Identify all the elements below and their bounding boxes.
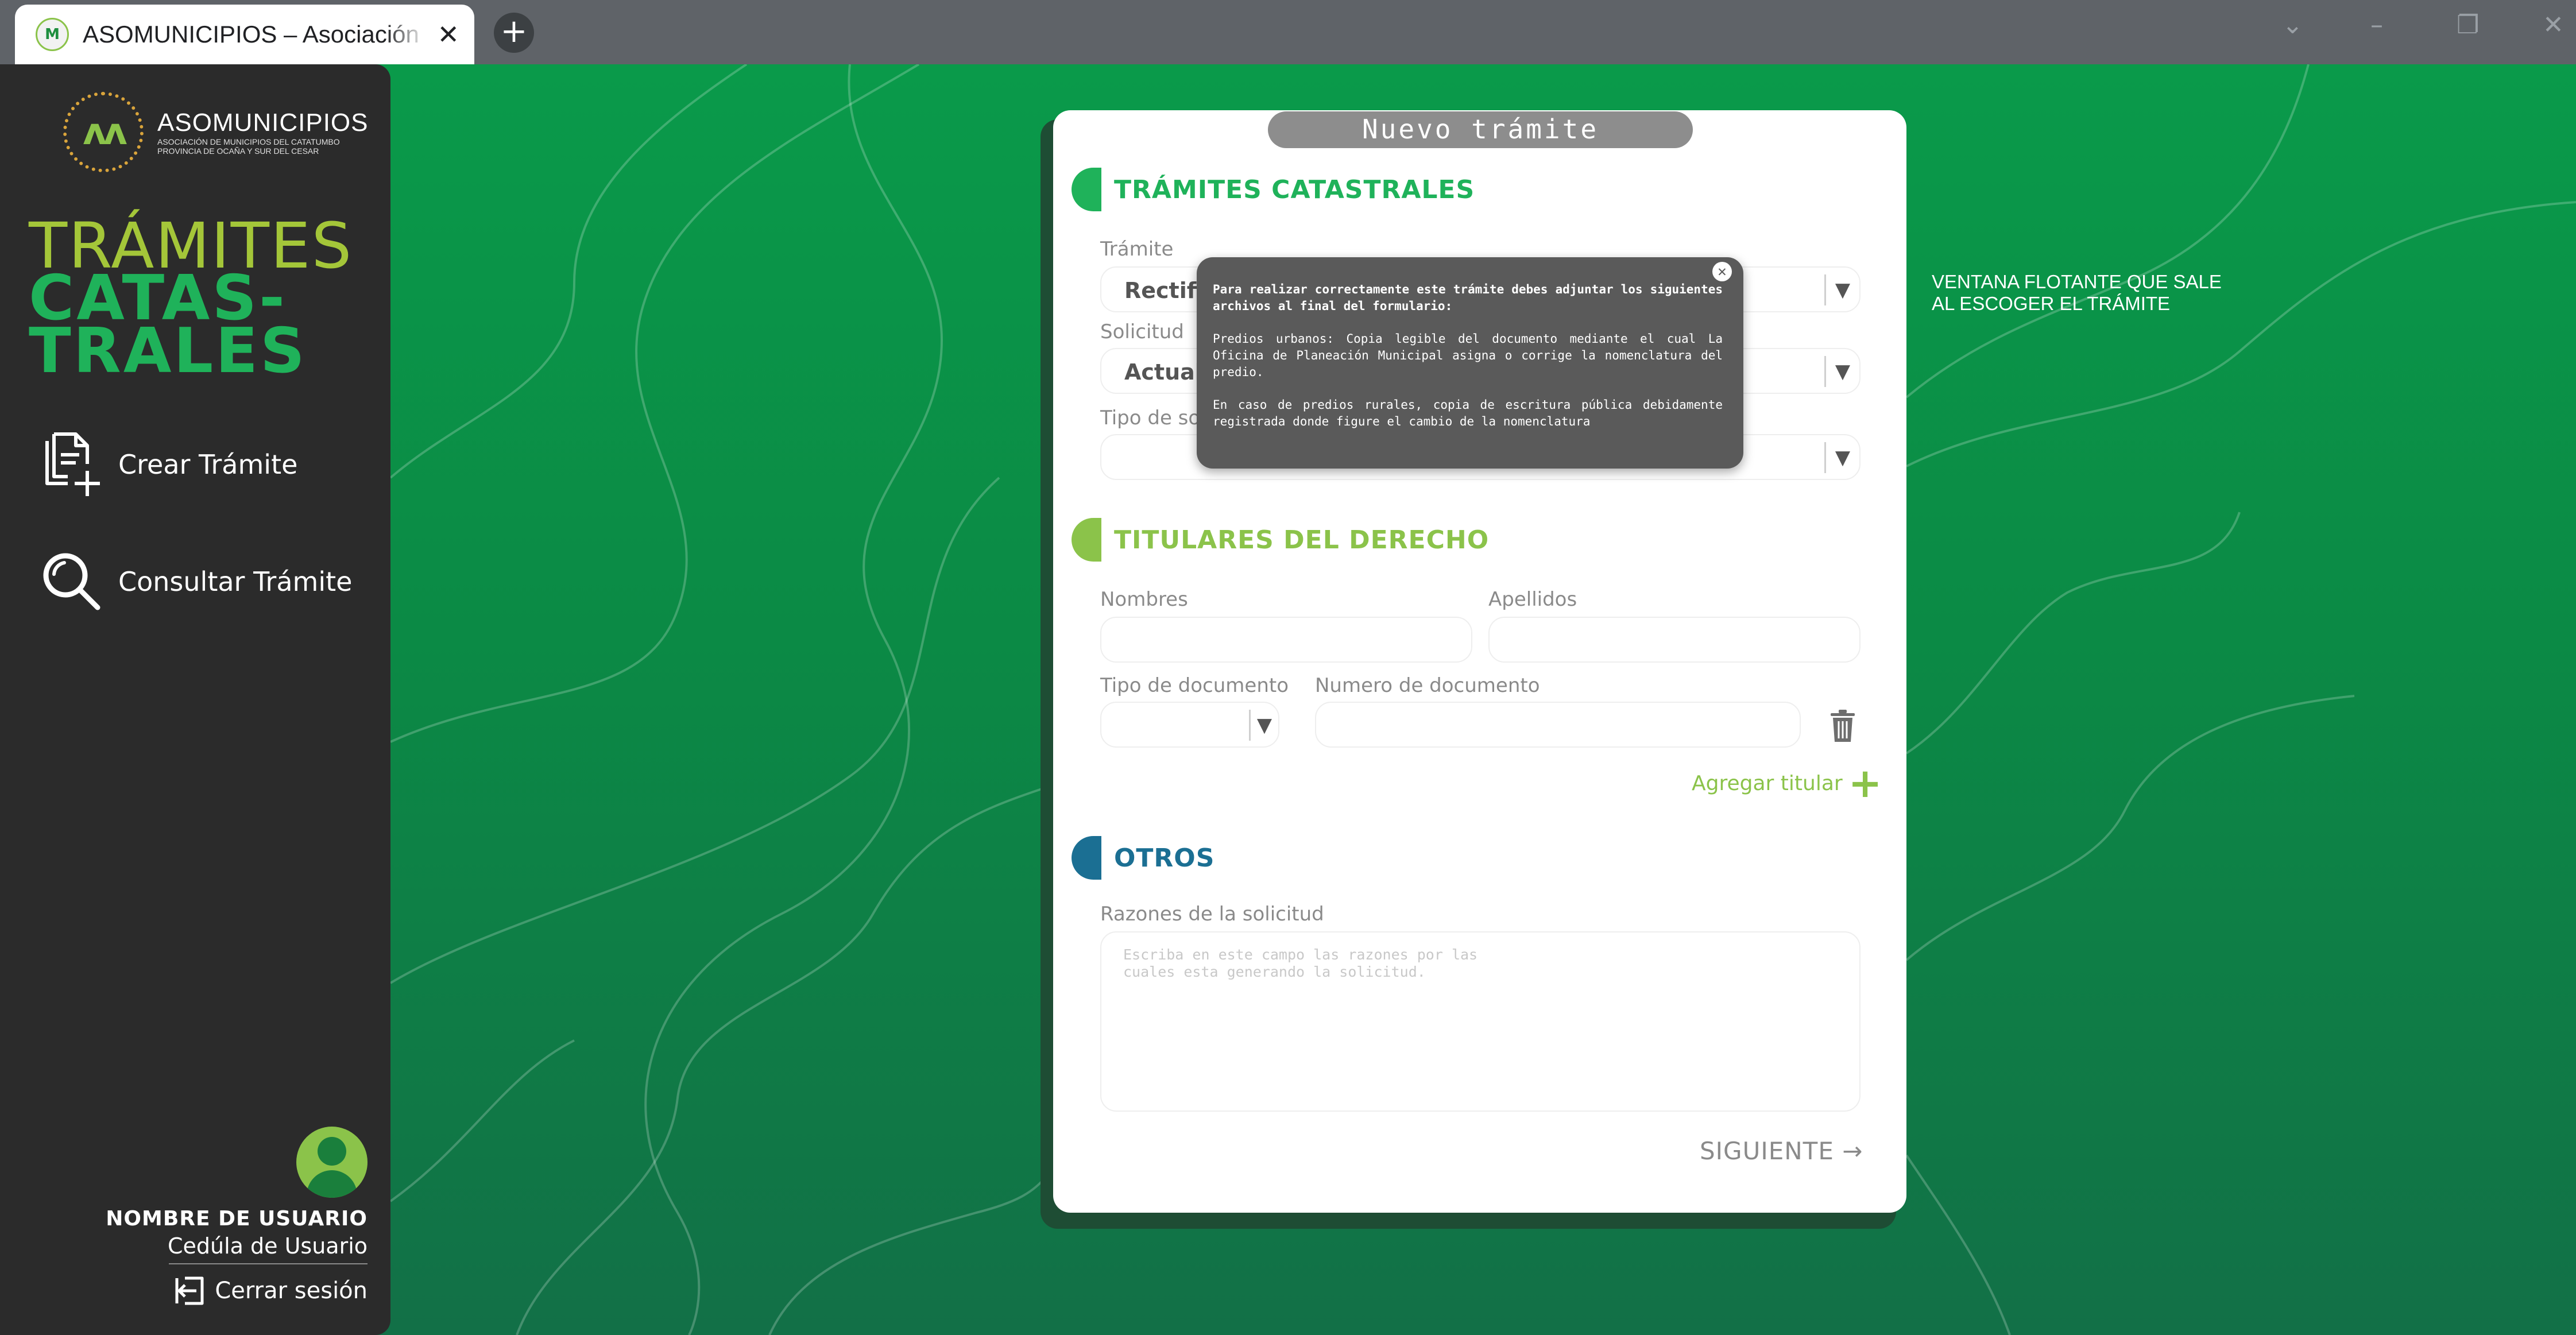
section-title-catastrales: TRÁMITES CATASTRALES: [1114, 175, 1475, 204]
browser-tab[interactable]: M ASOMUNICIPIOS – Asociación de Municipi…: [15, 5, 474, 64]
logout-icon: [175, 1276, 204, 1305]
sidebar-heading: TRÁMITES CATAS- TRALES: [29, 214, 353, 387]
chevron-down-icon[interactable]: ▼: [1824, 274, 1859, 305]
document-add-icon: [45, 432, 100, 496]
annotation-line-2: AL ESCOGER EL TRÁMITE: [1932, 293, 2171, 314]
minimize-icon[interactable]: –: [2370, 10, 2383, 40]
user-divider: [169, 1263, 368, 1264]
user-name: NOMBRE DE USUARIO: [106, 1207, 368, 1230]
section-marker: [1072, 518, 1101, 562]
section-title-otros: OTROS: [1114, 843, 1215, 873]
avatar-body: [307, 1170, 357, 1198]
razones-placeholder: Escriba en este campo las razones por la…: [1123, 946, 1478, 980]
logo-mark-icon: ʌʌ: [63, 92, 144, 172]
tooltip-predios-rurales: En caso de predios rurales, copia de esc…: [1213, 398, 1723, 428]
browser-titlebar: M ASOMUNICIPIOS – Asociación de Municipi…: [0, 0, 2576, 64]
nav-consultar-tramite-label: Consultar Trámite: [118, 566, 353, 597]
section-otros: OTROS: [1072, 836, 1214, 880]
nombres-input[interactable]: [1100, 617, 1472, 663]
tab-search-icon[interactable]: ⌄: [2282, 10, 2303, 40]
logo-subtitle-1: ASOCIACIÓN DE MUNICIPIOS DEL CATATUMBO: [157, 137, 340, 146]
agregar-titular-label: Agregar titular: [1692, 771, 1843, 795]
apellidos-label: Apellidos: [1488, 588, 1577, 611]
numero-documento-input[interactable]: [1315, 702, 1801, 748]
page-background: ʌʌ ASOMUNICIPIOS ASOCIACIÓN DE MUNICIPIO…: [0, 64, 2576, 1335]
tipo-documento-select[interactable]: ▼: [1100, 702, 1279, 748]
section-title-titulares: TITULARES DEL DERECHO: [1114, 525, 1490, 555]
nav-crear-tramite-label: Crear Trámite: [118, 449, 298, 480]
tipo-solicitud-label: Tipo de so: [1100, 407, 1201, 429]
logout-button[interactable]: Cerrar sesión: [171, 1272, 368, 1309]
nav-consultar-tramite[interactable]: Consultar Trámite: [36, 545, 352, 618]
tooltip-intro: Para realizar correctamente este trámite…: [1213, 283, 1723, 313]
search-icon: [43, 553, 100, 610]
logout-label: Cerrar sesión: [215, 1278, 368, 1304]
new-tab-button[interactable]: +: [494, 13, 534, 53]
section-titulares: TITULARES DEL DERECHO: [1072, 518, 1489, 562]
avatar[interactable]: [296, 1127, 368, 1198]
tramite-info-tooltip: ✕ Para realizar correctamente este trámi…: [1197, 257, 1743, 469]
siguiente-button[interactable]: SIGUIENTE →: [1700, 1137, 1863, 1165]
numero-documento-label: Numero de documento: [1315, 674, 1540, 697]
user-id: Cedúla de Usuario: [167, 1233, 368, 1259]
nav-crear-tramite[interactable]: Crear Trámite: [36, 428, 297, 501]
solicitud-label: Solicitud: [1100, 320, 1184, 343]
razones-textarea[interactable]: Escriba en este campo las razones por la…: [1100, 931, 1861, 1112]
tramite-value: Rectifi: [1124, 278, 1203, 303]
plus-icon: +: [1848, 760, 1882, 807]
logo-subtitle-2: PROVINCIA DE OCAÑA Y SUR DEL CESAR: [157, 146, 319, 156]
trash-icon[interactable]: [1829, 709, 1856, 743]
asomunicipios-logo: ʌʌ ASOMUNICIPIOS ASOCIACIÓN DE MUNICIPIO…: [63, 92, 369, 172]
apellidos-input[interactable]: [1488, 617, 1861, 663]
nombres-label: Nombres: [1100, 588, 1188, 611]
razones-label: Razones de la solicitud: [1100, 903, 1324, 926]
favicon-icon: M: [36, 18, 69, 51]
close-icon[interactable]: ✕: [1712, 262, 1732, 281]
tab-title: ASOMUNICIPIOS – Asociación de Municipios: [83, 21, 427, 48]
tooltip-predios-urbanos: Predios urbanos: Copia legible del docum…: [1213, 332, 1723, 379]
tramite-label: Trámite: [1100, 238, 1174, 261]
solicitud-value: Actual: [1124, 359, 1202, 385]
annotation-note: VENTANA FLOTANTE QUE SALE AL ESCOGER EL …: [1932, 271, 2222, 315]
tab-close-icon[interactable]: ✕: [437, 19, 459, 50]
avatar-head: [318, 1137, 346, 1166]
chevron-down-icon[interactable]: ▼: [1824, 442, 1859, 473]
chevron-down-icon[interactable]: ▼: [1249, 710, 1278, 741]
annotation-line-1: VENTANA FLOTANTE QUE SALE: [1932, 271, 2222, 292]
logo-title: ASOMUNICIPIOS: [157, 109, 369, 137]
section-marker: [1072, 168, 1101, 211]
form-title-pill: Nuevo trámite: [1268, 111, 1693, 148]
tipo-documento-label: Tipo de documento: [1100, 674, 1289, 697]
section-marker: [1072, 836, 1101, 880]
agregar-titular-button[interactable]: Agregar titular +: [1692, 760, 1882, 807]
close-window-icon[interactable]: ✕: [2543, 10, 2564, 40]
chevron-down-icon[interactable]: ▼: [1824, 356, 1859, 387]
section-catastrales: TRÁMITES CATASTRALES: [1072, 168, 1475, 211]
sidebar: ʌʌ ASOMUNICIPIOS ASOCIACIÓN DE MUNICIPIO…: [0, 64, 390, 1335]
restore-icon[interactable]: ❐: [2457, 10, 2479, 40]
heading-line-3: TRALES: [29, 315, 307, 387]
